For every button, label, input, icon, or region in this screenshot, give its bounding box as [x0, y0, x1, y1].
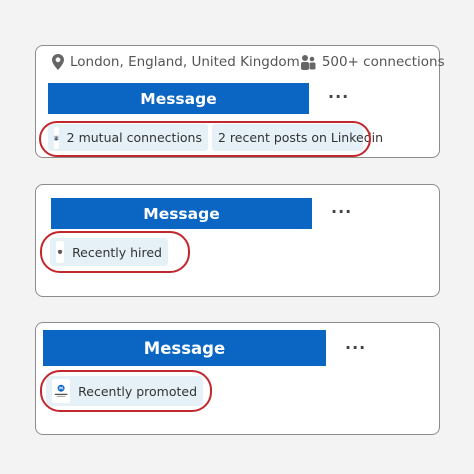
location-text: London, England, United Kingdom: [70, 54, 300, 70]
recently-hired-pill[interactable]: Recently hired: [50, 238, 168, 266]
people-icon: [300, 54, 316, 70]
motorola-logo: [52, 379, 71, 403]
message-button[interactable]: Message: [51, 198, 312, 229]
more-options-icon[interactable]: ···: [331, 202, 352, 221]
profile-card-1: London, England, United Kingdom 500+ con…: [35, 45, 445, 158]
profile-card-2: Message ··· Recently hired: [35, 184, 440, 297]
pill-label: 2 mutual connections: [66, 130, 202, 145]
recent-posts-pill[interactable]: 2 recent posts on Linkedin: [212, 124, 383, 151]
profile-info-row: London, England, United Kingdom 500+ con…: [52, 50, 445, 74]
avatar: [54, 126, 59, 149]
location-pin-icon: [52, 54, 64, 70]
message-button[interactable]: Message: [43, 330, 326, 366]
more-options-icon[interactable]: ···: [328, 87, 349, 106]
pill-label: 2 recent posts on Linkedin: [218, 130, 384, 145]
pill-label: Recently hired: [72, 244, 162, 260]
profile-card-3: Message ··· Recently promoted: [35, 322, 440, 435]
mutual-connections-pill[interactable]: 2 mutual connections: [48, 124, 208, 151]
connections-count: 500+ connections: [321, 54, 445, 70]
message-button[interactable]: Message: [48, 83, 309, 114]
pill-label: Recently promoted: [78, 383, 197, 399]
recently-promoted-pill[interactable]: Recently promoted: [46, 376, 203, 406]
company-crest-icon: [56, 241, 65, 263]
more-options-icon[interactable]: ···: [345, 338, 366, 357]
